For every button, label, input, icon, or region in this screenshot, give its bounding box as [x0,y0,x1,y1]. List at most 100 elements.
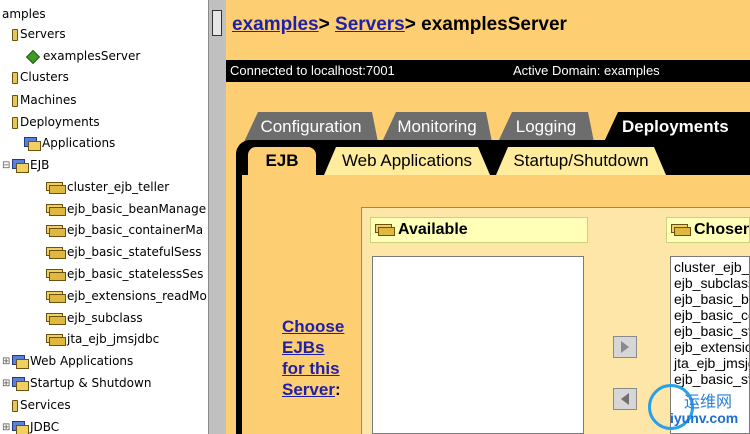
available-list-title: Available [398,221,468,238]
tree-item-servers[interactable]: Servers [12,26,66,43]
expand-toggle-icon[interactable]: ⊞ [2,375,10,392]
expand-toggle-icon[interactable]: ⊞ [2,419,10,434]
tree-item-ejb[interactable]: ⊟ EJB [2,157,49,174]
tree-item-ejb-module[interactable]: ejb_extensions_readMo [46,288,207,305]
tree-item-label: examplesServer [43,49,141,63]
tree-item-label: ejb_basic_beanManage [67,202,207,216]
tree-item-clusters[interactable]: Clusters [12,69,69,86]
breadcrumb-separator: > [404,14,416,35]
tab-logging[interactable]: Logging [498,112,594,142]
ejb-module-icon [46,268,66,281]
subtab-startup-shutdown[interactable]: Startup/Shutdown [496,147,666,175]
choose-link-colon: : [334,380,341,399]
tree-item-ejb-module[interactable]: ejb_subclass [46,310,143,327]
collapse-toggle-icon[interactable]: ⊟ [2,157,10,174]
breadcrumb-separator: > [318,14,330,35]
list-item[interactable]: cluster_ejb_teller [674,259,749,275]
chosen-list-header: Chosen [666,217,750,243]
pane-splitter[interactable] [208,0,226,434]
connection-status: Connected to localhost:7001 [230,63,395,78]
tree-item-label: EJB [30,158,50,172]
tree-item-machines[interactable]: Machines [12,92,76,109]
active-domain-status: Active Domain: examples [513,63,660,78]
ejb-module-icon [46,181,66,194]
list-item[interactable]: ejb_basic_statefulSession [674,323,749,339]
splitter-grip-handle[interactable] [212,10,222,36]
tab-configuration[interactable]: Configuration [244,112,378,142]
available-ejb-list[interactable] [372,256,584,434]
subtab-ejb[interactable]: EJB [248,147,316,175]
list-item[interactable]: ejb_subclass [674,275,749,291]
remove-from-chosen-button[interactable] [613,388,637,410]
list-item[interactable]: ejb_basic_containerManaged [674,307,749,323]
breadcrumb-link-examples[interactable]: examples [232,14,319,35]
tree-root[interactable]: amples [2,6,46,23]
list-item[interactable]: jta_ejb_jmsjdbc [674,355,749,371]
add-to-chosen-button[interactable] [613,336,637,358]
tree-item-label: Applications [42,136,116,150]
applications-icon [24,137,41,151]
tree-item-startup-shutdown[interactable]: ⊞ Startup & Shutdown [2,375,151,392]
arrow-right-icon [621,341,629,353]
tab-deployments[interactable]: Deployments [604,112,750,142]
breadcrumb-link-servers[interactable]: Servers [335,14,405,35]
available-list-header: Available [370,217,588,243]
choose-ejbs-link[interactable]: Choose EJBs for this Server: [282,316,362,400]
jdbc-icon [12,421,29,434]
tree-item-jdbc[interactable]: ⊞ JDBC [2,419,59,434]
tree-item-label: ejb_basic_statefulSess [67,245,202,259]
choose-link-text[interactable]: for this [282,359,340,378]
tree-item-applications[interactable]: Applications [24,135,115,152]
tree-item-ejb-module[interactable]: ejb_basic_statefulSess [46,244,202,261]
expand-toggle-icon[interactable]: ⊞ [2,353,10,370]
ejb-module-icon [46,312,66,325]
server-icon [25,49,41,64]
tree-item-label: Services [20,398,71,412]
startup-shutdown-icon [12,377,29,391]
status-bar: Connected to localhost:7001 Active Domai… [226,60,750,82]
tree-item-label: Servers [20,27,66,41]
watermark: 运维网 iyunv.com [648,384,750,434]
tree-item-label: ejb_basic_statelessSes [67,267,204,281]
ejb-module-icon [46,246,66,259]
tree-item-web-applications[interactable]: ⊞ Web Applications [2,353,133,370]
page-title: examplesServer [421,14,567,35]
tree-item-ejb-module[interactable]: ejb_basic_containerMa [46,222,203,239]
breadcrumb: examples> Servers> examplesServer [232,14,567,36]
folder-icon [12,71,18,84]
ejb-module-icon [46,290,66,303]
tree-item-label: Clusters [20,70,69,84]
tree-item-deployments[interactable]: Deployments [12,114,100,131]
folder-icon [12,116,18,129]
tree-item-label: Machines [20,93,77,107]
ejb-module-icon [671,224,691,236]
tree-item-label: ejb_extensions_readMo [67,289,207,303]
ejb-module-icon [46,224,66,237]
tree-item-examples-server[interactable]: examplesServer [25,48,141,65]
chosen-list-title: Chosen [694,221,750,238]
folder-icon [12,399,18,412]
subtab-web-applications[interactable]: Web Applications [324,147,490,175]
tab-monitoring[interactable]: Monitoring [382,112,492,142]
navigation-tree: amples Servers examplesServer Clusters M… [0,0,208,434]
tree-root-label: amples [2,7,46,21]
tree-item-ejb-module[interactable]: ejb_basic_beanManage [46,201,206,218]
choose-link-text[interactable]: EJBs [282,338,325,357]
tree-item-services[interactable]: Services [12,397,71,414]
watermark-url: iyunv.com [670,410,739,426]
watermark-text: 运维网 [684,392,733,411]
choose-link-text[interactable]: Server [282,380,335,399]
tree-item-ejb-module[interactable]: jta_ejb_jmsjdbc [46,331,159,348]
list-item[interactable]: ejb_basic_beanManaged [674,291,749,307]
folder-icon [12,94,18,107]
tree-item-label: cluster_ejb_teller [67,180,170,194]
list-item[interactable]: ejb_extensions_readMostly [674,339,749,355]
ejb-module-icon [46,333,66,346]
arrow-left-icon [621,393,629,405]
tree-item-label: Web Applications [30,354,134,368]
tree-item-ejb-module[interactable]: ejb_basic_statelessSes [46,266,203,283]
tree-item-label: Deployments [20,115,100,129]
tree-item-ejb-module[interactable]: cluster_ejb_teller [46,179,169,196]
choose-link-text[interactable]: Choose [282,317,344,336]
tree-item-label: ejb_basic_containerMa [67,223,204,237]
